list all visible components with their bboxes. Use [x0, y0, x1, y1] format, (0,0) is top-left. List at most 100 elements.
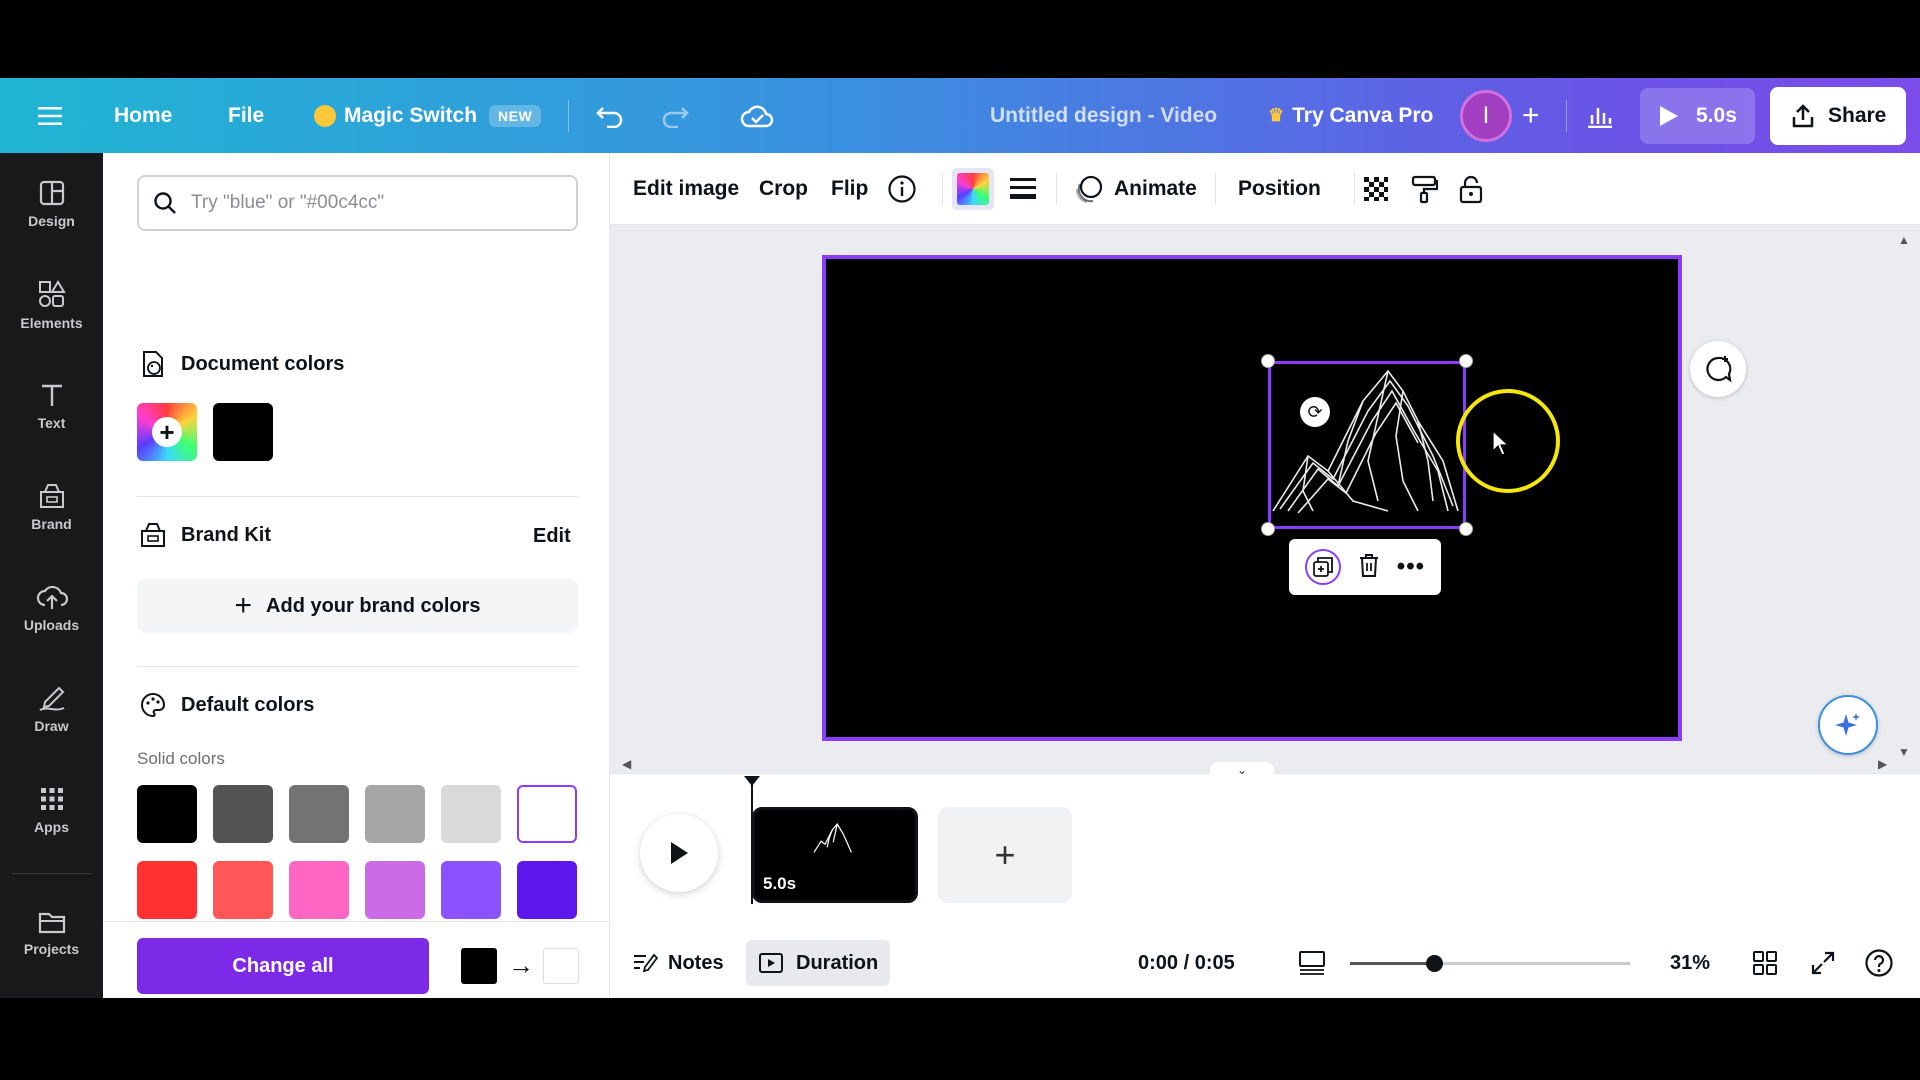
playback-time: 0:00 / 0:05	[1138, 951, 1235, 974]
scroll-down-icon[interactable]: ▼	[1898, 745, 1910, 759]
page-view-icon[interactable]	[1298, 928, 1326, 998]
solid-color-swatch[interactable]	[213, 861, 273, 919]
collapse-timeline-icon[interactable]: ⌄	[1210, 762, 1274, 778]
document-title[interactable]: Untitled design - Video	[990, 78, 1217, 153]
border-style-icon[interactable]	[1008, 153, 1038, 225]
resize-handle[interactable]	[1261, 354, 1275, 368]
duplicate-icon[interactable]	[1304, 549, 1341, 585]
menu-icon[interactable]	[38, 78, 62, 153]
mouse-cursor-icon	[1492, 429, 1510, 456]
solid-color-swatch[interactable]	[441, 861, 501, 919]
brand-kit-edit-link[interactable]: Edit	[533, 525, 571, 548]
fullscreen-icon[interactable]	[1810, 928, 1836, 998]
plus-icon: +	[994, 834, 1016, 875]
rail-item-projects[interactable]: Projects	[0, 888, 103, 978]
rotate-icon[interactable]: ⟳	[1300, 397, 1330, 427]
help-icon[interactable]	[1864, 928, 1894, 998]
change-all-button[interactable]: Change all	[137, 938, 429, 994]
flip-button[interactable]: Flip	[831, 153, 868, 225]
scroll-right-icon[interactable]: ▶	[1878, 757, 1887, 771]
copy-style-icon[interactable]	[1410, 153, 1438, 225]
transparency-icon[interactable]	[1362, 153, 1390, 225]
file-menu[interactable]: File	[228, 78, 264, 153]
toolbar-divider	[1215, 173, 1216, 205]
plus-icon: +	[152, 417, 182, 447]
text-icon	[41, 384, 62, 406]
cloud-save-icon[interactable]	[740, 78, 774, 153]
color-button[interactable]	[952, 153, 994, 225]
design-page[interactable]: ⟳ •••	[822, 255, 1682, 741]
color-search[interactable]	[137, 175, 578, 231]
insights-icon[interactable]	[1586, 78, 1614, 153]
rail-item-elements[interactable]: Elements	[0, 260, 103, 350]
scroll-left-icon[interactable]: ◀	[622, 757, 631, 771]
avatar-circle: I	[1460, 89, 1512, 142]
resize-handle[interactable]	[1459, 354, 1473, 368]
resize-handle[interactable]	[1459, 522, 1473, 536]
add-color-swatch[interactable]: +	[137, 403, 197, 461]
solid-color-swatch[interactable]	[365, 785, 425, 843]
position-button[interactable]: Position	[1238, 153, 1321, 225]
solid-color-swatch[interactable]	[137, 861, 197, 919]
edit-image-button[interactable]: Edit image	[633, 153, 739, 225]
context-toolbar: Edit image Crop Flip Animate Position	[610, 153, 1920, 225]
add-collaborator-icon[interactable]: +	[1522, 78, 1540, 153]
resize-handle[interactable]	[1261, 522, 1275, 536]
notes-button[interactable]: Notes	[632, 928, 724, 998]
solid-color-swatch[interactable]	[365, 861, 425, 919]
solid-color-swatch[interactable]	[289, 861, 349, 919]
magic-assistant-button[interactable]	[1818, 695, 1878, 755]
rail-label: Projects	[23, 941, 80, 957]
lock-icon[interactable]	[1458, 153, 1484, 225]
replace-from-swatch[interactable]	[461, 948, 497, 984]
add-brand-colors-button[interactable]: + Add your brand colors	[137, 579, 578, 633]
rail-item-draw[interactable]: Draw	[0, 664, 103, 754]
undo-icon[interactable]	[595, 78, 625, 153]
zoom-level[interactable]: 31%	[1670, 928, 1710, 998]
magic-switch-label: Magic Switch	[344, 103, 478, 127]
rail-item-uploads[interactable]: Uploads	[0, 563, 103, 653]
avatar[interactable]: I	[1460, 78, 1512, 153]
add-page-button[interactable]: +	[938, 807, 1072, 903]
solid-color-swatch[interactable]	[517, 785, 577, 843]
replace-to-swatch[interactable]	[543, 948, 579, 984]
document-color-swatch[interactable]	[213, 403, 273, 461]
rail-item-apps[interactable]: Apps	[0, 765, 103, 855]
grid-view-icon[interactable]	[1752, 928, 1778, 998]
more-options-icon[interactable]: •••	[1397, 553, 1425, 581]
trash-icon[interactable]	[1357, 552, 1381, 583]
rail-item-design[interactable]: Design	[0, 159, 103, 249]
share-button[interactable]: Share	[1770, 87, 1907, 145]
duration-button[interactable]: Duration	[746, 940, 891, 986]
rail-label: Apps	[34, 819, 69, 835]
animate-button[interactable]: Animate	[1074, 153, 1197, 225]
zoom-slider-thumb[interactable]	[1426, 955, 1443, 972]
crop-button[interactable]: Crop	[759, 153, 808, 225]
zoom-slider[interactable]	[1350, 955, 1630, 972]
search-icon	[154, 192, 176, 214]
solid-color-swatch[interactable]	[289, 785, 349, 843]
solid-color-swatch[interactable]	[441, 785, 501, 843]
home-link[interactable]: Home	[114, 78, 172, 153]
info-icon[interactable]	[887, 153, 917, 225]
solid-colors-label: Solid colors	[137, 749, 225, 768]
magic-switch-button[interactable]: Magic Switch NEW	[314, 78, 542, 153]
plus-icon: +	[234, 589, 253, 622]
projects-icon	[38, 912, 65, 934]
present-play-button[interactable]: 5.0s	[1640, 88, 1755, 144]
toolbar-divider	[1056, 173, 1057, 205]
solid-color-swatch[interactable]	[137, 785, 197, 843]
redo-icon[interactable]	[660, 78, 690, 153]
solid-color-swatch[interactable]	[517, 861, 577, 919]
duration-label: Duration	[796, 951, 879, 974]
add-comment-button[interactable]	[1690, 341, 1746, 397]
zoom-slider-fill	[1350, 962, 1434, 965]
scroll-up-icon[interactable]: ▲	[1898, 233, 1910, 247]
timeline-clip[interactable]: 5.0s	[752, 807, 918, 903]
rail-item-text[interactable]: Text	[0, 361, 103, 451]
solid-color-swatch[interactable]	[213, 785, 273, 843]
try-canva-pro-button[interactable]: ♛ Try Canva Pro	[1268, 78, 1433, 153]
rail-item-brand[interactable]: Brand	[0, 462, 103, 552]
timeline-play-button[interactable]	[640, 814, 718, 892]
color-search-input[interactable]	[191, 192, 551, 214]
